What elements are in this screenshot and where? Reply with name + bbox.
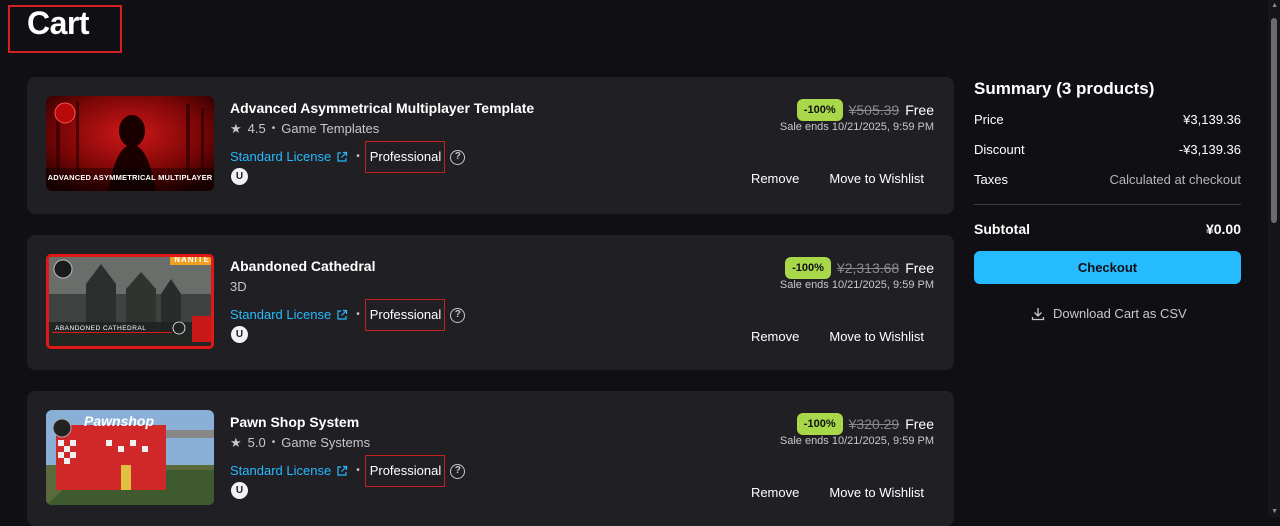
rating-value: 4.5 [247, 121, 266, 136]
taxes-label: Taxes [974, 172, 1008, 187]
product-category: Game Templates [281, 121, 380, 136]
price-row: -100% ¥320.29 Free [796, 413, 934, 435]
cart-item: NANITE ABANDONED CATHEDRAL Abandoned Cat… [27, 235, 954, 370]
price-row: -100% ¥2,313.68 Free [785, 257, 934, 279]
final-price: Free [905, 102, 934, 118]
separator-dot: • [271, 123, 276, 134]
star-icon: ★ [230, 435, 242, 450]
product-meta: ★ 5.0 • Game Systems [230, 435, 370, 451]
external-link-icon [337, 465, 348, 476]
discount-badge: -100% [785, 257, 831, 279]
sale-ends: Sale ends 10/21/2025, 9:59 PM [779, 279, 934, 291]
thumbnail-caption: Pawnshop [84, 413, 155, 429]
separator-dot: • [356, 465, 360, 476]
scroll-up-icon[interactable]: ▲ [1271, 2, 1278, 9]
product-title[interactable]: Advanced Asymmetrical Multiplayer Templa… [230, 99, 534, 117]
summary-subtotal-row: Subtotal ¥0.00 [974, 221, 1241, 237]
page-title: Cart [27, 5, 90, 41]
download-csv-link[interactable]: Download Cart as CSV [1031, 306, 1187, 322]
help-icon[interactable]: ? [450, 149, 466, 165]
product-category: Game Systems [281, 435, 371, 450]
original-price: ¥320.29 [848, 416, 900, 432]
license-tier[interactable]: Professional [364, 299, 446, 331]
price-label: Price [974, 112, 1004, 127]
item-actions: Remove Move to Wishlist [751, 171, 924, 187]
move-to-wishlist-button[interactable]: Move to Wishlist [829, 171, 924, 187]
taxes-value: Calculated at checkout [1109, 172, 1241, 187]
remove-button[interactable]: Remove [751, 329, 799, 345]
unreal-engine-icon: U [231, 482, 248, 499]
checkout-button[interactable]: Checkout [974, 251, 1241, 284]
original-price: ¥2,313.68 [836, 260, 900, 276]
license-link[interactable]: Standard License [230, 148, 331, 166]
discount-label: Discount [974, 142, 1025, 157]
help-icon[interactable]: ? [450, 307, 466, 323]
thumbnail-caption: ADVANCED ASYMMETRICAL MULTIPLAYER [47, 173, 213, 182]
summary-divider [974, 204, 1241, 205]
product-title[interactable]: Abandoned Cathedral [230, 257, 375, 275]
product-thumbnail[interactable]: Pawnshop [46, 410, 214, 505]
separator-dot: • [356, 309, 360, 320]
download-csv-label: Download Cart as CSV [1053, 306, 1187, 321]
item-actions: Remove Move to Wishlist [751, 485, 924, 501]
license-row: Standard License • Professional ? [230, 455, 466, 487]
remove-button[interactable]: Remove [751, 171, 799, 187]
unreal-engine-icon: U [231, 326, 248, 343]
product-meta: ★ 4.5 • Game Templates [230, 121, 379, 137]
scroll-down-icon[interactable]: ▼ [1271, 508, 1278, 515]
license-link[interactable]: Standard License [230, 462, 331, 480]
separator-dot: • [271, 437, 276, 448]
cart-item: ADVANCED ASYMMETRICAL MULTIPLAYER Advanc… [27, 77, 954, 214]
cart-item: Pawnshop Pawn Shop System ★ 5.0 • Game S… [27, 391, 954, 526]
help-icon[interactable]: ? [450, 463, 466, 479]
license-row: Standard License • Professional ? [230, 299, 466, 331]
product-title[interactable]: Pawn Shop System [230, 413, 359, 431]
separator-dot: • [356, 151, 360, 162]
license-tier[interactable]: Professional [364, 455, 446, 487]
final-price: Free [905, 416, 934, 432]
sale-ends: Sale ends 10/21/2025, 9:59 PM [779, 121, 934, 133]
item-actions: Remove Move to Wishlist [751, 329, 924, 345]
nanite-badge: NANITE [170, 257, 211, 265]
page-scrollbar[interactable]: ▲ ▼ [1268, 0, 1280, 517]
external-link-icon [337, 151, 348, 162]
summary-discount-row: Discount -¥3,139.36 [974, 142, 1241, 158]
sale-ends: Sale ends 10/21/2025, 9:59 PM [779, 435, 934, 447]
price-row: -100% ¥505.39 Free [796, 99, 934, 121]
remove-button[interactable]: Remove [751, 485, 799, 501]
summary-price-row: Price ¥3,139.36 [974, 112, 1241, 128]
scrollbar-thumb[interactable] [1271, 18, 1277, 223]
download-icon [1031, 308, 1045, 321]
move-to-wishlist-button[interactable]: Move to Wishlist [829, 329, 924, 345]
product-category: 3D [230, 279, 247, 294]
subtotal-label: Subtotal [974, 221, 1030, 237]
discount-badge: -100% [796, 99, 843, 121]
original-price: ¥505.39 [848, 102, 900, 118]
product-thumbnail[interactable]: ADVANCED ASYMMETRICAL MULTIPLAYER [46, 96, 214, 191]
price-value: ¥3,139.36 [1183, 112, 1241, 127]
license-row: Standard License • Professional ? [230, 141, 466, 173]
rating-value: 5.0 [247, 435, 266, 450]
product-thumbnail[interactable]: NANITE ABANDONED CATHEDRAL [46, 254, 214, 349]
license-link[interactable]: Standard License [230, 306, 331, 324]
star-icon: ★ [230, 121, 242, 136]
final-price: Free [905, 260, 934, 276]
unreal-engine-icon: U [231, 168, 248, 185]
external-link-icon [337, 309, 348, 320]
discount-value: -¥3,139.36 [1178, 142, 1241, 157]
discount-badge: -100% [796, 413, 843, 435]
summary-taxes-row: Taxes Calculated at checkout [974, 172, 1241, 188]
move-to-wishlist-button[interactable]: Move to Wishlist [829, 485, 924, 501]
license-tier[interactable]: Professional [364, 141, 446, 173]
thumbnail-caption: ABANDONED CATHEDRAL [55, 325, 147, 332]
subtotal-value: ¥0.00 [1205, 221, 1241, 237]
summary-title: Summary (3 products) [974, 79, 1155, 98]
product-meta: 3D [230, 279, 247, 295]
